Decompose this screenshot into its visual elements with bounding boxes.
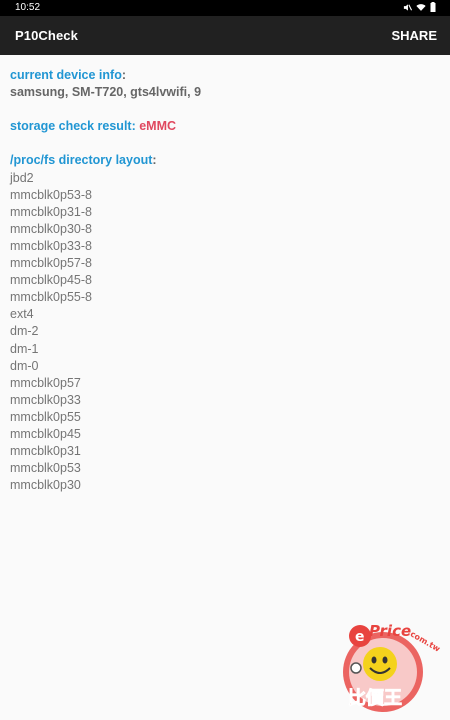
watermark-brand: Price: [369, 622, 411, 640]
proc-fs-entry: dm-0: [10, 358, 39, 373]
app-title: P10Check: [15, 28, 78, 43]
share-button[interactable]: SHARE: [391, 28, 437, 43]
proc-fs-entry: mmcblk0p53: [10, 461, 81, 476]
proc-fs-entry: mmcblk0p57-8: [10, 256, 92, 271]
proc-fs-colon: :: [152, 153, 157, 168]
device-info-value: samsung, SM-T720, gts4lvwifi, 9: [10, 85, 202, 100]
watermark-chinese: 比價王: [348, 687, 402, 709]
proc-fs-entry: mmcblk0p45-8: [10, 273, 92, 288]
eprice-watermark-logo: e Price .com.tw 比價王: [343, 622, 442, 712]
storage-check-value: eMMC: [139, 119, 177, 134]
proc-fs-entry: mmcblk0p31: [10, 444, 81, 459]
proc-fs-entry: mmcblk0p33: [10, 392, 81, 407]
status-icons: [403, 2, 436, 12]
proc-fs-entry: mmcblk0p30-8: [10, 221, 92, 236]
proc-fs-entry: mmcblk0p45: [10, 426, 81, 441]
app-bar: P10Check SHARE: [0, 16, 450, 55]
battery-icon: [430, 2, 436, 12]
proc-fs-heading: /proc/fs directory layout:: [10, 152, 440, 169]
proc-fs-entry: mmcblk0p57: [10, 375, 81, 390]
device-info-heading: current device info:: [10, 67, 440, 84]
proc-fs-list: jbd2 mmcblk0p53-8 mmcblk0p31-8 mmcblk0p30-8…: [10, 170, 440, 495]
proc-fs-entry: jbd2: [10, 170, 34, 185]
device-info-label: current device info: [10, 68, 122, 82]
proc-fs-entry: dm-1: [10, 341, 39, 356]
device-info-colon: :: [121, 68, 127, 82]
mute-icon: [403, 3, 412, 11]
proc-fs-entry: mmcblk0p33-8: [10, 238, 92, 253]
storage-check-label: storage check result:: [10, 119, 140, 134]
proc-fs-entry: mmcblk0p53-8: [10, 187, 92, 202]
status-time: 10:52: [15, 2, 41, 13]
status-bar: 10:52: [0, 0, 450, 16]
proc-fs-entry: mmcblk0p31-8: [10, 204, 92, 219]
proc-fs-entry: mmcblk0p30: [10, 478, 81, 493]
proc-fs-entry: ext4: [10, 307, 34, 322]
content-area: current device info: samsung, SM-T720, g…: [10, 67, 440, 494]
proc-fs-label: /proc/fs directory layout: [10, 153, 153, 168]
proc-fs-entry: dm-2: [10, 324, 39, 339]
wifi-icon: [416, 3, 426, 11]
proc-fs-entry: mmcblk0p55-8: [10, 290, 92, 305]
storage-check-line: storage check result: eMMC: [10, 118, 440, 135]
proc-fs-entry: mmcblk0p55: [10, 409, 81, 424]
watermark-e: e: [355, 629, 365, 645]
